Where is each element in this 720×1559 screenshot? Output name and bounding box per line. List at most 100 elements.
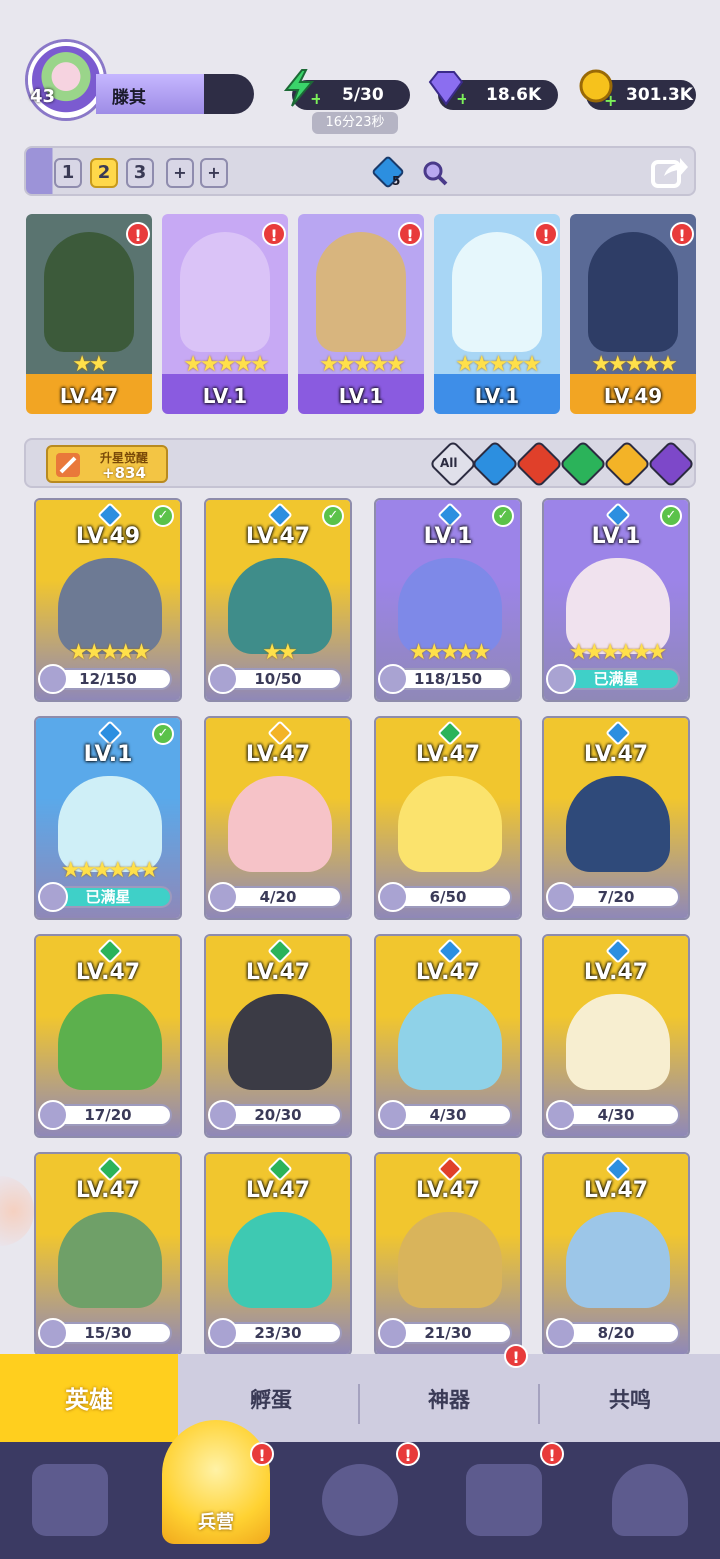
barracks-alert: ! xyxy=(250,1442,274,1466)
map-alert: ! xyxy=(396,1442,420,1466)
hero-stars: ★★★★★ xyxy=(319,352,406,377)
team-gem-count: 5 xyxy=(392,174,401,188)
star-awaken-button[interactable]: 升星觉醒 +834 xyxy=(46,445,168,483)
hero-level: LV.47 xyxy=(75,1178,141,1203)
hero-stars: ★★★★★ xyxy=(183,352,270,377)
gems-value: 18.6K xyxy=(486,85,542,105)
side-helper-avatar[interactable] xyxy=(0,1176,34,1246)
hero-portrait xyxy=(398,1212,502,1308)
hero-card[interactable]: LV.47 17/20 xyxy=(34,934,182,1138)
hero-card[interactable]: LV.47 4/20 xyxy=(204,716,352,920)
hero-level: LV.49 xyxy=(603,384,663,408)
alert-badge: ! xyxy=(262,222,286,246)
hero-level: LV.47 xyxy=(583,742,649,767)
team-tab-add-1[interactable]: + xyxy=(166,158,194,188)
mushroom-icon[interactable] xyxy=(612,1464,688,1536)
hero-card[interactable]: ✓ LV.1 ★★★★★ 118/150 xyxy=(374,498,522,702)
tab-heroes[interactable]: 英雄 xyxy=(0,1354,178,1442)
hero-portrait xyxy=(398,994,502,1090)
barracks-icon[interactable]: 兵营 xyxy=(162,1420,270,1544)
filter-water[interactable] xyxy=(470,439,520,489)
artifacts-alert: ! xyxy=(504,1344,528,1368)
shard-icon xyxy=(208,1100,238,1130)
hero-portrait xyxy=(588,232,678,352)
team-tab-1[interactable]: 1 xyxy=(54,158,82,188)
filter-all-label: All xyxy=(440,456,458,470)
shrine-icon[interactable] xyxy=(466,1464,542,1536)
shard-icon xyxy=(546,882,576,912)
svg-text:+: + xyxy=(456,89,466,108)
hero-card[interactable]: ✓ LV.1 ★★★★★★ 已满星 xyxy=(34,716,182,920)
hero-level: LV.1 xyxy=(591,524,641,549)
shard-icon xyxy=(546,664,576,694)
team-tab-3[interactable]: 3 xyxy=(126,158,154,188)
team-hero-card[interactable]: ★★★★★ LV.1 ! xyxy=(298,214,424,414)
hero-portrait xyxy=(566,1212,670,1308)
hero-level: LV.47 xyxy=(583,960,649,985)
shard-icon xyxy=(208,882,238,912)
filter-wind[interactable] xyxy=(558,439,608,489)
team-hero-card[interactable]: ★★★★★ LV.1 ! xyxy=(434,214,560,414)
coins-value: 301.3K xyxy=(626,85,693,105)
team-hero-card[interactable]: ★★★★★ LV.49 ! xyxy=(570,214,696,414)
hero-stars: ★★★★★★ xyxy=(568,640,667,665)
energy-timer: 16分23秒 xyxy=(312,112,398,134)
bottom-navigation: ! ! xyxy=(0,1442,720,1559)
hero-card[interactable]: LV.47 6/50 xyxy=(374,716,522,920)
hero-portrait xyxy=(398,776,502,872)
hero-card[interactable]: LV.47 4/30 xyxy=(542,934,690,1138)
hero-level: LV.47 xyxy=(245,742,311,767)
shard-icon xyxy=(546,1100,576,1130)
team-hero-row: ★★ LV.47 ! ★★★★★ LV.1 ! ★★★★★ LV.1 ! ★★★… xyxy=(26,214,696,414)
alert-badge: ! xyxy=(534,222,558,246)
hero-stars: ★★★★★ xyxy=(408,640,492,665)
cards-icon[interactable] xyxy=(32,1464,108,1536)
shard-icon xyxy=(38,664,68,694)
team-tab-add-2[interactable]: + xyxy=(200,158,228,188)
hero-card[interactable]: LV.47 7/20 xyxy=(542,716,690,920)
top-bar: 43 滕其 5/30 + 16分23秒 18.6K + 301.3K + xyxy=(0,0,720,140)
hero-level: LV.47 xyxy=(75,960,141,985)
map-icon[interactable] xyxy=(322,1464,398,1536)
hero-stars: ★★ xyxy=(72,352,108,377)
hero-card[interactable]: LV.47 23/30 xyxy=(204,1152,352,1356)
hero-card[interactable]: LV.47 8/20 xyxy=(542,1152,690,1356)
hero-level: LV.47 xyxy=(245,1178,311,1203)
hero-card[interactable]: ✓ LV.49 ★★★★★ 12/150 xyxy=(34,498,182,702)
hero-stars: ★★★★★ xyxy=(591,352,678,377)
shrine-alert: ! xyxy=(540,1442,564,1466)
tab-resonance[interactable]: 共鸣 xyxy=(540,1354,720,1442)
search-icon[interactable] xyxy=(422,160,448,186)
hero-stars: ★★★★★ xyxy=(68,640,152,665)
player-name-bar[interactable]: 滕其 xyxy=(96,74,254,114)
hero-portrait xyxy=(566,776,670,872)
hero-card[interactable]: LV.47 21/30 xyxy=(374,1152,522,1356)
filter-light[interactable] xyxy=(602,439,652,489)
shard-icon xyxy=(38,1318,68,1348)
hero-portrait xyxy=(44,232,134,352)
filter-fire[interactable] xyxy=(514,439,564,489)
hero-card[interactable]: LV.47 15/30 xyxy=(34,1152,182,1356)
team-hero-card[interactable]: ★★★★★ LV.1 ! xyxy=(162,214,288,414)
svg-text:+: + xyxy=(604,91,616,108)
hero-level: LV.47 xyxy=(59,384,119,408)
hero-level: LV.47 xyxy=(245,960,311,985)
shard-icon xyxy=(378,1100,408,1130)
hero-level: LV.1 xyxy=(202,384,248,408)
team-tab-2[interactable]: 2 xyxy=(90,158,118,188)
hero-card[interactable]: ✓ LV.1 ★★★★★★ 已满星 xyxy=(542,498,690,702)
hero-card[interactable]: LV.47 4/30 xyxy=(374,934,522,1138)
filter-dark[interactable] xyxy=(646,439,696,489)
team-hero-card[interactable]: ★★ LV.47 ! xyxy=(26,214,152,414)
share-icon[interactable] xyxy=(650,154,690,190)
hero-stars: ★★★★★★ xyxy=(60,858,159,883)
hero-level: LV.1 xyxy=(83,742,133,767)
hero-card[interactable]: LV.47 20/30 xyxy=(204,934,352,1138)
hero-portrait xyxy=(566,994,670,1090)
hero-card[interactable]: ✓ LV.47 ★★ 10/50 xyxy=(204,498,352,702)
hero-filter-panel: 升星觉醒 +834 All xyxy=(24,438,696,489)
alert-badge: ! xyxy=(126,222,150,246)
energy-value: 5/30 xyxy=(342,85,384,105)
hero-stars: ★★★★★ xyxy=(455,352,542,377)
energy-icon: + xyxy=(283,69,320,108)
